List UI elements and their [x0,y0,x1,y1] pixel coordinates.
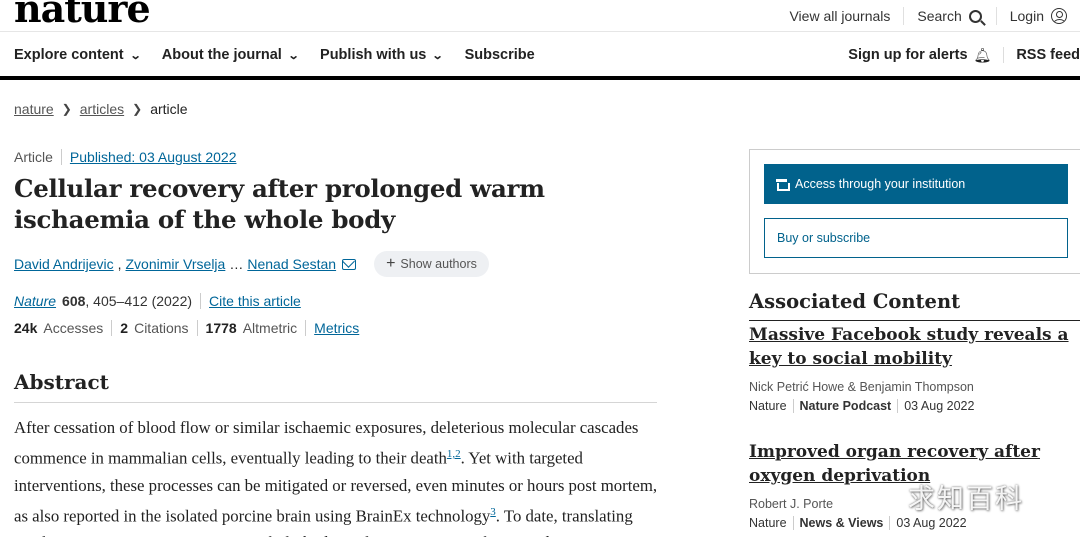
search-icon [968,9,982,23]
user-icon [1051,8,1067,24]
chevron-right-icon: ❯ [132,102,143,116]
top-links: View all journals Search Login [776,0,1080,32]
nav-label: Publish with us [320,47,427,63]
reference-link[interactable]: 1,2 [447,448,461,460]
nav-explore-content[interactable]: Explore content ⌄ [14,47,142,63]
breadcrumb-current: article [150,101,188,117]
accesses-metric: 24k Accesses [14,320,104,336]
alerts-label: Sign up for alerts [848,47,968,63]
access-label: Access through your institution [795,177,966,191]
nav-label: About the journal [161,47,282,63]
breadcrumb-home[interactable]: nature [14,101,54,117]
rss-feed-link[interactable]: RSS feed [1003,47,1080,63]
login-button[interactable]: Login [995,7,1080,25]
search-button[interactable]: Search [903,7,995,25]
published-date-link[interactable]: Published: 03 August 2022 [60,149,236,165]
nav-subscribe[interactable]: Subscribe [465,47,535,63]
associated-item: Massive Facebook study reveals a key to … [749,323,1079,413]
nature-logo[interactable]: nature [14,0,151,31]
author-link[interactable]: Nenad Sestan [247,256,336,272]
search-label: Search [917,8,962,24]
cite-article-link[interactable]: Cite this article [200,293,301,309]
journal-name-link[interactable]: Nature [14,293,56,309]
sign-up-alerts-button[interactable]: Sign up for alerts 🔔︎ [836,47,1003,64]
abstract-heading: Abstract [14,370,657,403]
buy-subscribe-button[interactable]: Buy or subscribe [764,218,1068,258]
chevron-right-icon: ❯ [61,102,72,116]
article-type: Article [14,149,53,165]
institution-icon [776,178,790,191]
mail-icon[interactable] [342,258,357,270]
altmetric-metric: 1778 Altmetric [196,320,306,336]
access-box: Access through your institution Buy or s… [749,149,1080,274]
author-link[interactable]: Zvonimir Vrselja [126,256,226,272]
nav-label: Subscribe [464,47,535,63]
journal-pages: , 405–412 (2022) [85,293,193,309]
citations-metric: 2 Citations [111,320,196,336]
article-metrics: 24k Accesses 2 Citations 1778 Altmetric Met… [14,320,367,336]
associated-item-meta: Nature News & Views 03 Aug 2022 [749,516,1079,530]
show-authors-button[interactable]: + Show authors [374,251,489,277]
metrics-link[interactable]: Metrics [314,320,359,336]
associated-item-title[interactable]: Massive Facebook study reveals a key to … [749,323,1079,371]
author-list: David Andrijevic, Zvonimir Vrselja… Nena… [14,251,489,277]
show-authors-label: Show authors [400,257,477,271]
associated-item-meta: Nature Nature Podcast 03 Aug 2022 [749,399,1079,413]
breadcrumb: nature ❯ articles ❯ article [14,101,188,117]
main-nav: Explore content ⌄ About the journal ⌄ Pu… [0,32,1080,80]
bell-icon: 🔔︎ [973,46,992,63]
authors-ellipsis: … [229,256,244,272]
nav-about-journal[interactable]: About the journal ⌄ [161,47,300,63]
journal-volume: 608 [62,293,86,309]
associated-item-authors: Nick Petrić Howe & Benjamin Thompson [749,380,974,394]
watermark: 求知百科 [908,484,1024,515]
breadcrumb-articles[interactable]: articles [80,101,124,117]
plus-icon: + [386,255,396,272]
journal-citation: Nature 608, 405–412 (2022) Cite this art… [14,293,301,309]
author-link[interactable]: David Andrijevic [14,256,114,272]
view-all-journals-link[interactable]: View all journals [776,7,903,25]
login-label: Login [1009,8,1044,24]
chevron-down-icon: ⌄ [287,49,300,62]
nav-publish-with-us[interactable]: Publish with us ⌄ [320,47,444,63]
abstract-text: After cessation of blood flow or similar… [14,418,658,537]
chevron-down-icon: ⌄ [129,49,142,62]
associated-content-heading: Associated Content [749,290,1080,321]
article-meta: Article Published: 03 August 2022 [14,149,236,165]
chevron-down-icon: ⌄ [431,49,444,62]
top-header: nature View all journals Search Login [0,0,1080,32]
article-title: Cellular recovery after prolonged warm i… [14,174,545,234]
metrics-link-wrap: Metrics [305,320,367,336]
nav-label: Explore content [14,47,124,63]
access-institution-button[interactable]: Access through your institution [764,164,1068,204]
